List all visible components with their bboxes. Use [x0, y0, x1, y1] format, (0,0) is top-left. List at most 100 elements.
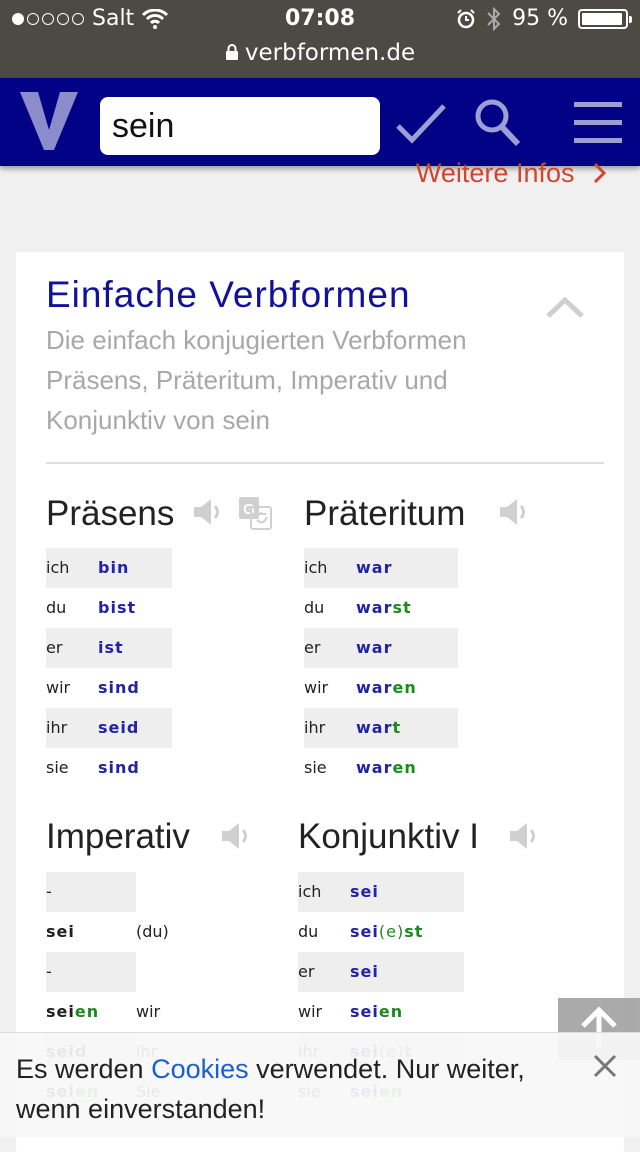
verb-ending: en — [392, 758, 417, 777]
konjunktiv-title: Konjunktiv I — [298, 817, 479, 856]
verb-ending: en — [74, 1002, 100, 1021]
bluetooth-icon — [487, 6, 501, 31]
pronoun: du — [46, 598, 67, 617]
simple-verb-forms-card: Einfache Verbformen Die einfach konjugie… — [16, 252, 624, 1152]
verb-form: wart — [356, 708, 401, 748]
search-icon[interactable] — [470, 96, 524, 150]
verb-ending: st — [404, 922, 424, 941]
imperativ-title: Imperativ — [46, 817, 190, 856]
verb-stem: sei — [350, 1002, 379, 1021]
pronoun: sie — [304, 758, 327, 777]
svg-text:G: G — [243, 501, 255, 518]
cookie-text-before: Es werden — [16, 1054, 152, 1084]
verb-form: war — [356, 548, 392, 588]
search-input[interactable] — [100, 97, 380, 155]
pronoun: wir — [46, 678, 71, 697]
verb-stem: sind — [98, 678, 140, 697]
verb-stem: bist — [98, 598, 137, 617]
verb-stem: war — [356, 598, 393, 617]
verb-stem: sind — [98, 758, 140, 777]
verb-stem: sei — [350, 922, 379, 941]
card-description: Die einfach konjugierten Verbformen Präs… — [46, 325, 467, 435]
close-icon[interactable] — [592, 1053, 618, 1079]
url-bar[interactable]: verbformen.de — [0, 40, 640, 66]
pronoun: wir — [298, 1002, 323, 1021]
verb-stem: war — [356, 718, 393, 737]
verb-form: seien — [350, 992, 403, 1032]
pronoun: ich — [46, 558, 70, 577]
translate-icon[interactable]: G — [238, 496, 272, 530]
pronoun: ich — [304, 558, 328, 577]
conjugation-row: er sei — [298, 952, 464, 992]
pronoun: wir — [136, 1002, 161, 1021]
cookies-link[interactable]: Cookies — [151, 1054, 249, 1084]
speaker-icon[interactable] — [220, 820, 250, 852]
verb-ending: en — [392, 678, 417, 697]
imperative-row: seien wir — [46, 992, 246, 1032]
cookie-text: Es werden Cookies verwendet. Nur weiter,… — [16, 1049, 576, 1129]
verb-stem: ist — [98, 638, 124, 657]
conjugation-row: ihr wart — [304, 708, 458, 748]
cookie-banner: Es werden Cookies verwendet. Nur weiter,… — [0, 1032, 640, 1137]
conjugation-row: sie waren — [304, 748, 458, 788]
check-icon[interactable] — [394, 96, 448, 150]
verb-form: - — [46, 872, 136, 912]
verb-form: sei — [350, 952, 379, 992]
lock-icon — [225, 44, 238, 60]
pronoun: sie — [46, 758, 69, 777]
verb-ending: t — [392, 718, 402, 737]
pronoun: du — [304, 598, 325, 617]
verb-form: war — [356, 628, 392, 668]
verb-stem: war — [356, 678, 393, 697]
verb-stem: sei — [46, 1002, 75, 1021]
chevron-up-icon[interactable] — [546, 296, 584, 318]
conjugation-row: du sei(e)st — [298, 912, 464, 952]
alarm-icon — [457, 8, 475, 28]
verb-form: warst — [356, 588, 412, 628]
praesens-table: ich bin du bist er ist wir sind ihr seid sie sind — [46, 548, 172, 788]
conjugation-row: wir seien — [298, 992, 464, 1032]
verb-form: - — [46, 952, 136, 992]
verb-form: bin — [98, 548, 129, 588]
verb-form: sei — [350, 872, 379, 912]
conjugation-row: er ist — [46, 628, 172, 668]
verb-optional: (e) — [378, 922, 405, 941]
pronoun: du — [298, 922, 319, 941]
conjugation-row: du bist — [46, 588, 172, 628]
speaker-icon[interactable] — [508, 820, 538, 852]
speaker-icon[interactable] — [192, 496, 222, 528]
conjugation-row: du warst — [304, 588, 458, 628]
verb-stem: - — [46, 882, 53, 901]
imperative-row: - — [46, 952, 246, 992]
pronoun: er — [46, 638, 63, 657]
imperative-row: sei (du) — [46, 912, 246, 952]
verb-form: sind — [98, 668, 140, 708]
verb-form: sei — [46, 912, 136, 952]
pronoun: ihr — [46, 718, 68, 737]
verb-form: sind — [98, 748, 140, 788]
url-text: verbformen.de — [244, 40, 416, 66]
verb-form: seid — [98, 708, 139, 748]
verb-stem: sei — [350, 882, 379, 901]
praeteritum-table: ich war du warst er war wir waren ihr wart sie ware… — [304, 548, 458, 788]
verb-stem: sei — [46, 922, 75, 941]
conjugation-row: er war — [304, 628, 458, 668]
verb-stem: war — [356, 638, 393, 657]
pronoun: wir — [304, 678, 329, 697]
pronoun: er — [298, 962, 315, 981]
conjugation-row: ich war — [304, 548, 458, 588]
imperative-row: - — [46, 872, 246, 912]
praeteritum-title: Präteritum — [304, 494, 466, 533]
speaker-icon[interactable] — [498, 496, 528, 528]
more-info-link[interactable]: Weitere Infos — [416, 158, 608, 189]
top-navbar — [0, 78, 640, 166]
logo-v-icon[interactable] — [18, 90, 80, 152]
status-bar: Salt 07:08 95 % verbformen.de — [0, 0, 640, 78]
verb-stem: - — [46, 962, 53, 981]
battery-icon — [578, 8, 632, 29]
pronoun: (du) — [136, 922, 169, 941]
card-title: Einfache Verbformen — [46, 274, 411, 315]
pronoun: er — [304, 638, 321, 657]
menu-icon[interactable] — [572, 96, 626, 150]
verb-stem: war — [356, 758, 393, 777]
